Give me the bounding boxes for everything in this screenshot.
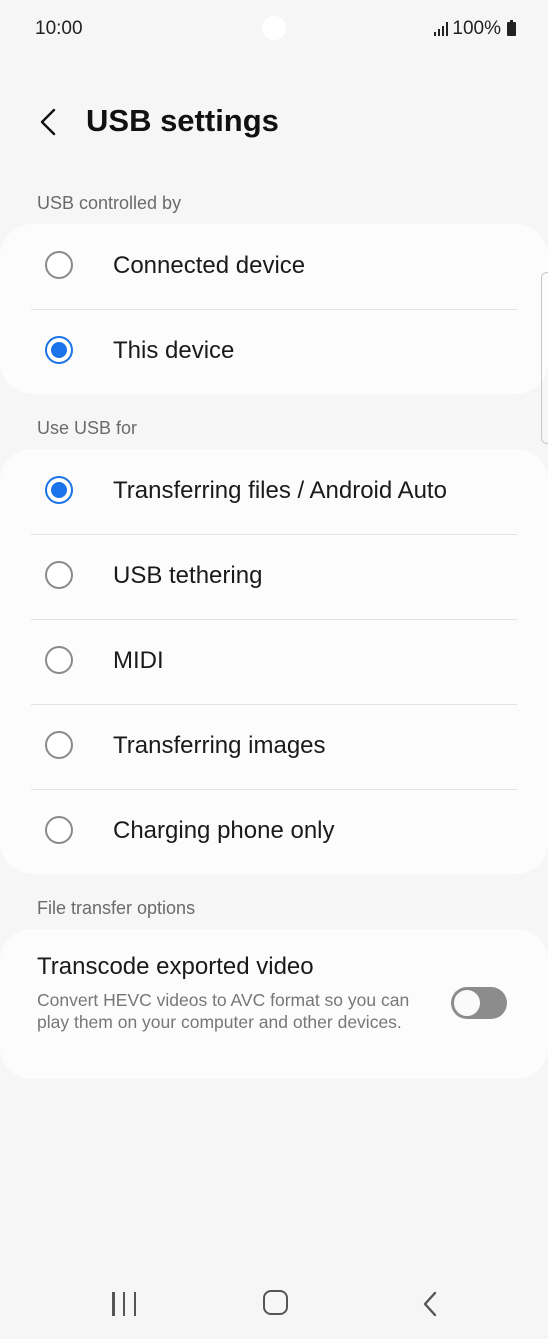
section-label-file-transfer-options: File transfer options [37, 898, 196, 918]
battery-percent: 100% [452, 18, 501, 39]
section-label-use-usb-for: Use USB for [37, 418, 138, 438]
radio-icon[interactable] [45, 251, 73, 279]
battery-icon [507, 20, 516, 36]
signal-icon [434, 22, 449, 36]
status-right: 100% [434, 18, 516, 40]
option-label: Transferring files / Android Auto [113, 477, 447, 504]
transcode-title: Transcode exported video [37, 953, 314, 980]
option-charging-phone-only[interactable]: Charging phone only [0, 789, 548, 874]
radio-icon[interactable] [45, 561, 73, 589]
option-midi[interactable]: MIDI [0, 619, 548, 704]
navigation-bar [0, 1268, 548, 1339]
option-label: Connected device [113, 252, 306, 279]
home-icon[interactable] [263, 1290, 288, 1315]
option-label: MIDI [113, 647, 164, 674]
toggle-knob [452, 988, 482, 1018]
recent-apps-icon[interactable] [112, 1292, 136, 1316]
option-label: USB tethering [113, 562, 263, 589]
scroll-indicator [541, 272, 548, 444]
radio-icon[interactable] [45, 646, 73, 674]
app-header: USB settings [0, 95, 548, 151]
status-time: 10:00 [35, 18, 83, 39]
radio-selected-icon[interactable] [45, 476, 73, 504]
transcode-toggle[interactable] [451, 987, 507, 1019]
radio-selected-icon[interactable] [45, 336, 73, 364]
option-label: Charging phone only [113, 817, 335, 844]
camera-cutout [262, 16, 286, 40]
radio-icon[interactable] [45, 816, 73, 844]
section-label-usb-controlled-by: USB controlled by [37, 193, 182, 213]
option-transferring-images[interactable]: Transferring images [0, 704, 548, 789]
radio-icon[interactable] [45, 731, 73, 759]
transcode-description: Convert HEVC videos to AVC format so you… [37, 990, 410, 1032]
transcode-card[interactable]: Transcode exported video Convert HEVC vi… [0, 929, 548, 1079]
option-label: Transferring images [113, 732, 326, 759]
nav-back-icon[interactable] [420, 1290, 440, 1318]
option-usb-tethering[interactable]: USB tethering [0, 534, 548, 619]
option-connected-device[interactable]: Connected device [0, 224, 548, 309]
page-title: USB settings [86, 103, 279, 138]
option-label: This device [113, 337, 235, 364]
option-transferring-files[interactable]: Transferring files / Android Auto [0, 449, 548, 534]
use-usb-for-card: Transferring files / Android Auto USB te… [0, 449, 548, 874]
status-bar: 10:00 100% [0, 0, 548, 60]
back-arrow-icon[interactable] [36, 107, 62, 137]
usb-controlled-by-card: Connected device This device [0, 224, 548, 394]
option-this-device[interactable]: This device [0, 309, 548, 394]
